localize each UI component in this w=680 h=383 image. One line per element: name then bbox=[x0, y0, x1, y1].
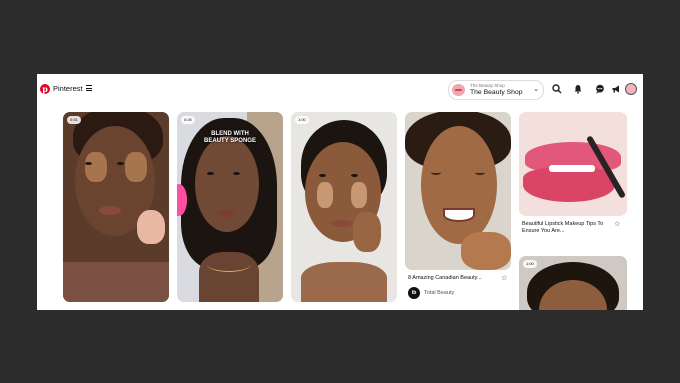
pin-card[interactable]: BLEND WITH BEAUTY SPONGE 0:26 bbox=[177, 112, 283, 302]
pin-image bbox=[317, 182, 333, 208]
top-bar: p Pinterest The Beauty Shop The Beauty S… bbox=[37, 74, 643, 104]
pin-image bbox=[331, 220, 353, 227]
profile-avatar[interactable] bbox=[625, 83, 637, 95]
pin-image bbox=[461, 232, 511, 270]
pin-image bbox=[99, 206, 121, 215]
video-duration-badge: 1:00 bbox=[523, 260, 537, 268]
pin-card[interactable]: 1:00 bbox=[291, 112, 397, 302]
pin-image bbox=[351, 182, 367, 208]
menu-icon[interactable] bbox=[86, 85, 92, 91]
pin-image bbox=[351, 174, 358, 177]
pin-image bbox=[85, 162, 92, 165]
updates-icon[interactable] bbox=[610, 83, 622, 95]
pin-image bbox=[207, 257, 251, 272]
pin-image bbox=[301, 262, 387, 302]
pin-caption[interactable]: 8 Amazing Canadian Beauty... bbox=[408, 275, 496, 282]
pin-overlay-text: BLEND WITH BEAUTY SPONGE bbox=[204, 131, 256, 144]
chevron-down-icon: ⌄ bbox=[533, 86, 539, 93]
search-icon[interactable] bbox=[551, 83, 563, 95]
pin-image bbox=[195, 136, 259, 232]
pin-image bbox=[353, 212, 381, 252]
pin-image bbox=[443, 208, 475, 222]
star-icon[interactable]: ☆ bbox=[501, 274, 507, 282]
video-duration-badge: 0:26 bbox=[181, 116, 195, 124]
pin-image bbox=[523, 168, 615, 202]
browser-window: p Pinterest The Beauty Shop The Beauty S… bbox=[37, 74, 643, 310]
video-duration-badge: 1:00 bbox=[295, 116, 309, 124]
pin-image bbox=[137, 210, 165, 244]
pin-image bbox=[85, 152, 107, 182]
pin-image bbox=[125, 152, 147, 182]
pin-caption[interactable]: Beautiful Lipstick Makeup Tips To Ensure… bbox=[522, 221, 614, 235]
pin-image bbox=[475, 170, 485, 175]
notifications-icon[interactable] bbox=[572, 83, 584, 95]
star-icon[interactable]: ☆ bbox=[614, 220, 620, 228]
account-avatar bbox=[452, 84, 465, 96]
account-small-label: The Beauty Shop bbox=[470, 83, 505, 88]
pin-image bbox=[217, 210, 235, 217]
pin-image bbox=[117, 162, 124, 165]
pin-card[interactable] bbox=[519, 112, 627, 216]
brand-name[interactable]: Pinterest bbox=[53, 84, 83, 93]
pin-card[interactable] bbox=[405, 112, 511, 270]
pin-card[interactable]: 1:00 bbox=[519, 256, 627, 310]
pin-image bbox=[421, 126, 497, 244]
account-switcher[interactable]: The Beauty Shop The Beauty Shop ⌄ bbox=[448, 80, 544, 100]
pin-image bbox=[63, 262, 169, 302]
messages-icon[interactable] bbox=[594, 83, 606, 95]
pin-image bbox=[207, 172, 214, 175]
pinterest-logo-icon[interactable]: p bbox=[40, 84, 50, 94]
pin-image bbox=[549, 165, 595, 172]
pin-image bbox=[431, 170, 441, 175]
source-logo: tb bbox=[408, 287, 420, 299]
source-name[interactable]: Total Beauty bbox=[424, 290, 454, 296]
pin-image bbox=[233, 172, 240, 175]
pin-card[interactable]: 0:51 bbox=[63, 112, 169, 302]
video-duration-badge: 0:51 bbox=[67, 116, 81, 124]
pin-image bbox=[319, 174, 326, 177]
account-name: The Beauty Shop bbox=[470, 89, 523, 96]
